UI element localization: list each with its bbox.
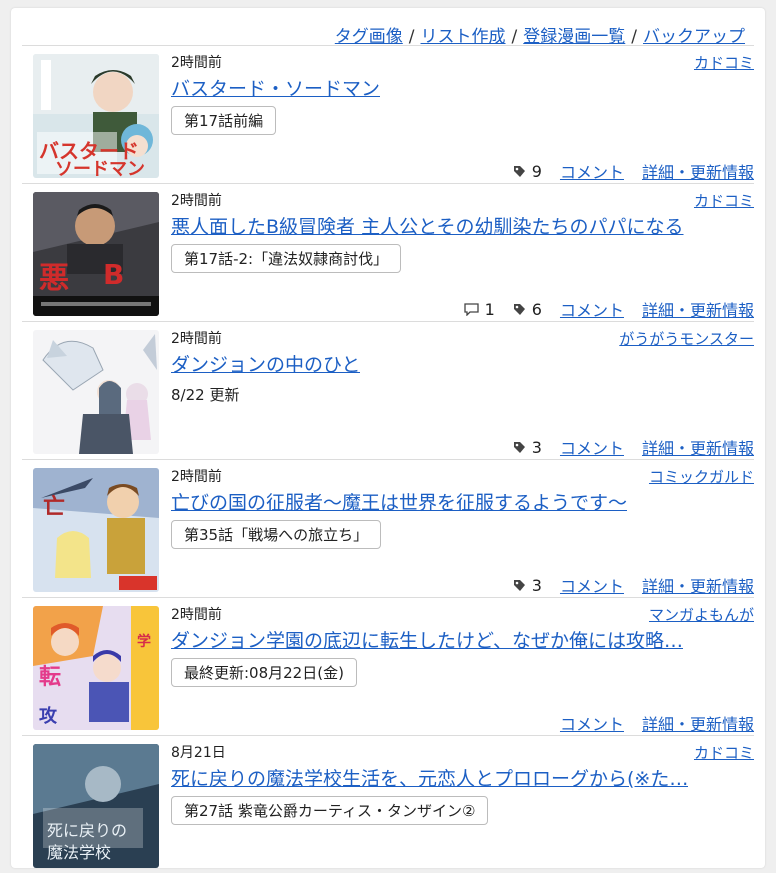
tag-icon	[513, 303, 525, 315]
publisher-link[interactable]: カドコミ	[694, 742, 754, 763]
manga-list: バスタード ソードマン 2時間前 カドコミ バスタード・ソードマン 第17話前編…	[22, 45, 754, 873]
episode-badge[interactable]: 第35話「戦場への旅立ち」	[171, 520, 382, 549]
main-panel: タグ画像 / リスト作成 / 登録漫画一覧 / バックアップ バスタード ソードマン	[11, 8, 765, 868]
registered-manga-link[interactable]: 登録漫画一覧	[523, 27, 625, 47]
item-actions: 3 コメント 詳細・更新情報	[513, 573, 754, 597]
details-link[interactable]: 詳細・更新情報	[642, 711, 754, 735]
comment-count[interactable]: 1	[463, 299, 495, 319]
tag-count[interactable]: 3	[513, 438, 542, 457]
tag-icon	[513, 441, 525, 453]
cover-image[interactable]: 転 学 攻	[33, 606, 159, 730]
tag-images-link[interactable]: タグ画像	[335, 27, 403, 47]
episode-badge[interactable]: 第17話前編	[171, 106, 277, 135]
comment-link[interactable]: コメント	[560, 435, 624, 459]
cover-image[interactable]: 亡	[33, 468, 159, 592]
tag-count[interactable]: 6	[513, 300, 542, 319]
details-link[interactable]: 詳細・更新情報	[642, 297, 754, 321]
publisher-link[interactable]: カドコミ	[694, 190, 754, 211]
tag-count-value: 3	[531, 437, 542, 457]
svg-text:悪: 悪	[39, 261, 69, 296]
nav-separator: /	[511, 27, 518, 47]
tag-count[interactable]: 9	[513, 162, 542, 181]
top-nav: タグ画像 / リスト作成 / 登録漫画一覧 / バックアップ	[335, 22, 745, 47]
last-updated-badge[interactable]: 最終更新:08月22日(金)	[171, 658, 357, 687]
svg-text:ソードマン: ソードマン	[55, 159, 145, 178]
svg-text:死に戻りの: 死に戻りの	[47, 821, 127, 840]
item-actions: 3 コメント 詳細・更新情報	[513, 435, 754, 459]
updated-time: 2時間前	[171, 193, 222, 209]
publisher-link[interactable]: マンガよもんが	[649, 604, 754, 625]
comment-link[interactable]: コメント	[560, 297, 624, 321]
comment-link[interactable]: コメント	[560, 573, 624, 597]
manga-title-link[interactable]: 悪人面したB級冒険者 主人公とその幼馴染たちのパパになる	[171, 212, 684, 239]
details-link[interactable]: 詳細・更新情報	[642, 573, 754, 597]
manga-title-link[interactable]: 死に戻りの魔法学校生活を、元恋人とプロローグから(※た…	[171, 764, 688, 791]
item-actions: コメント 詳細・更新情報	[560, 711, 754, 735]
cover-image[interactable]: バスタード ソードマン	[33, 54, 159, 178]
tag-icon	[513, 579, 525, 591]
comment-link[interactable]: コメント	[560, 159, 624, 183]
tag-count[interactable]: 3	[513, 576, 542, 595]
item-actions: 9 コメント 詳細・更新情報	[513, 159, 754, 183]
list-item: 亡 2時間前 コミックガルド 亡びの国の征服者～魔王は世界を征服するようです～ …	[22, 459, 754, 597]
list-item: 死に戻りの 魔法学校 8月21日 カドコミ 死に戻りの魔法学校生活を、元恋人とプ…	[22, 735, 754, 873]
svg-text:攻: 攻	[39, 705, 58, 727]
tag-count-value: 6	[531, 299, 542, 319]
cover-image[interactable]	[33, 330, 159, 454]
nav-separator: /	[631, 27, 637, 47]
comment-link[interactable]: コメント	[560, 711, 624, 735]
cover-image[interactable]: 死に戻りの 魔法学校	[33, 744, 159, 868]
updated-time: 2時間前	[171, 607, 222, 623]
cover-image[interactable]: 悪 B	[33, 192, 159, 316]
tag-icon	[513, 165, 525, 177]
updated-time: 2時間前	[171, 55, 222, 71]
manga-title-link[interactable]: ダンジョンの中のひと	[171, 350, 360, 377]
manga-title-link[interactable]: ダンジョン学園の底辺に転生したけど、なぜか俺には攻略…	[171, 626, 683, 653]
list-item: バスタード ソードマン 2時間前 カドコミ バスタード・ソードマン 第17話前編…	[22, 45, 754, 183]
publisher-link[interactable]: がうがうモンスター	[619, 328, 754, 349]
nav-separator: /	[408, 27, 415, 47]
tag-count-value: 3	[531, 575, 542, 595]
details-link[interactable]: 詳細・更新情報	[642, 159, 754, 183]
episode-badge[interactable]: 第27話 紫竜公爵カーティス・タンザイン②	[171, 796, 489, 825]
update-date: 8/22 更新	[171, 386, 240, 404]
manga-title-link[interactable]: バスタード・ソードマン	[171, 74, 380, 101]
episode-badge[interactable]: 第17話-2:「違法奴隷商討伐」	[171, 244, 402, 273]
updated-time: 2時間前	[171, 331, 222, 347]
backup-link[interactable]: バックアップ	[643, 27, 745, 47]
tag-count-value: 9	[531, 161, 542, 181]
svg-text:亡: 亡	[43, 494, 65, 520]
list-item: 悪 B 2時間前 カドコミ 悪人面したB級冒険者 主人公とその幼馴染たちのパパに…	[22, 183, 754, 321]
manga-title-link[interactable]: 亡びの国の征服者～魔王は世界を征服するようです～	[171, 488, 627, 515]
list-item: 転 学 攻 2時間前 マンガよもんが ダンジョン学園の底辺に転生したけど、なぜか…	[22, 597, 754, 735]
create-list-link[interactable]: リスト作成	[421, 27, 506, 47]
comment-icon	[463, 302, 479, 316]
item-actions: 1 6 コメント 詳細・更新情報	[463, 297, 754, 321]
svg-text:B: B	[103, 258, 124, 291]
updated-time: 8月21日	[171, 745, 226, 761]
details-link[interactable]: 詳細・更新情報	[642, 435, 754, 459]
svg-text:学: 学	[137, 633, 151, 650]
updated-time: 2時間前	[171, 469, 222, 485]
publisher-link[interactable]: カドコミ	[694, 52, 754, 73]
list-item: 2時間前 がうがうモンスター ダンジョンの中のひと 8/22 更新 3 コメント…	[22, 321, 754, 459]
comment-count-value: 1	[484, 299, 495, 319]
publisher-link[interactable]: コミックガルド	[649, 466, 754, 487]
svg-text:魔法学校: 魔法学校	[47, 843, 111, 862]
svg-text:転: 転	[39, 664, 61, 690]
